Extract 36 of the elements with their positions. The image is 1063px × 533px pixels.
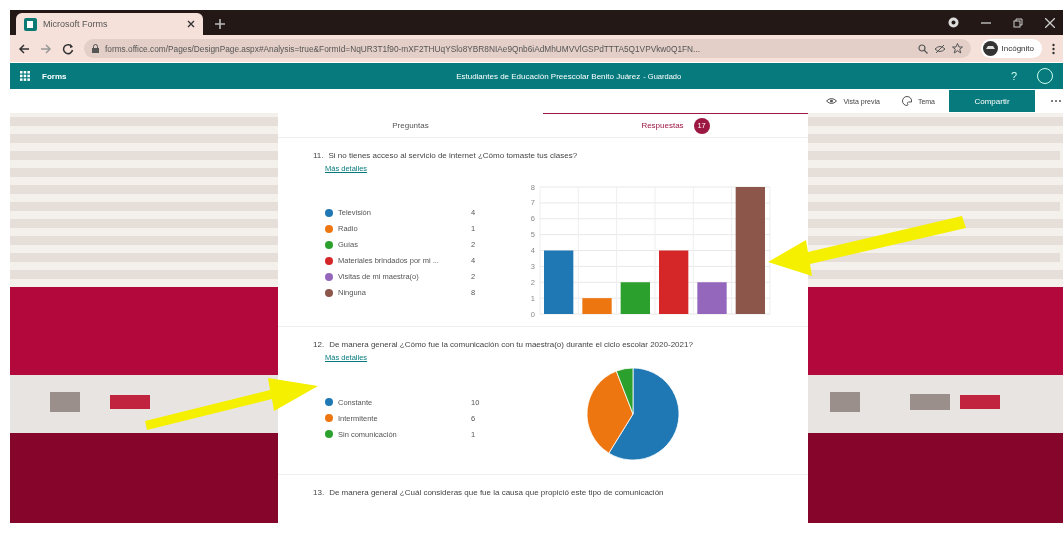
search-icon[interactable]: [917, 43, 928, 54]
palette-icon: [901, 96, 912, 106]
question-text: Si no tienes acceso al servicio de internet ¿Cómo tomaste tus clases?: [328, 150, 578, 161]
eye-icon: [826, 97, 838, 105]
question-number: 11.: [313, 150, 324, 161]
close-icon[interactable]: [187, 20, 195, 28]
bar: [697, 282, 727, 314]
question-number: 13.: [313, 487, 325, 498]
app-launcher-icon[interactable]: [20, 71, 30, 81]
plus-icon[interactable]: [215, 19, 225, 29]
reload-icon[interactable]: [62, 42, 74, 55]
address-bar[interactable]: forms.office.com/Pages/DesignPage.aspx#Analysis=true&FormId=NqUR3T1f90-mXF2THUqYSlo8YBR8NIAe9Qnb6iAdMhUMVVlGSPdTTTA5Q1VPVkw0Q1FN...: [84, 39, 971, 58]
star-icon[interactable]: [951, 43, 963, 54]
eye-off-icon[interactable]: [933, 43, 946, 54]
tab[interactable]: Preguntas: [278, 111, 543, 137]
bar: [659, 250, 689, 314]
app-name[interactable]: Forms: [42, 71, 67, 81]
menu-icon[interactable]: [1052, 42, 1055, 55]
tab-title: Microsoft Forms: [43, 19, 109, 29]
extension-icon[interactable]: [948, 17, 959, 28]
bar: [582, 298, 612, 314]
incognito-icon: [982, 41, 998, 56]
form-title: Estudiantes de Educación Preescolar Benito Juárez: [456, 71, 641, 81]
lock-icon: [92, 44, 99, 53]
restore-icon[interactable]: [1013, 17, 1023, 28]
browser-tab[interactable]: Microsoft Forms: [16, 13, 203, 35]
bar: [544, 250, 574, 314]
share-button[interactable]: Compartir: [949, 90, 1035, 112]
question-text: De manera general ¿Cómo fue la comunicación con tu maestra(o) durante el ciclo escolar 2020-2021?: [329, 339, 693, 350]
question-number: 12.: [313, 339, 325, 350]
help-button[interactable]: ?: [1010, 70, 1017, 82]
forms-icon: [24, 17, 37, 31]
profile-button[interactable]: Incógnito: [980, 39, 1042, 58]
back-icon[interactable]: [18, 42, 30, 55]
question-text: De manera general ¿Cuál consideras que fue la causa que propició este tipo de comunicación: [329, 487, 664, 498]
bar: [620, 282, 650, 314]
